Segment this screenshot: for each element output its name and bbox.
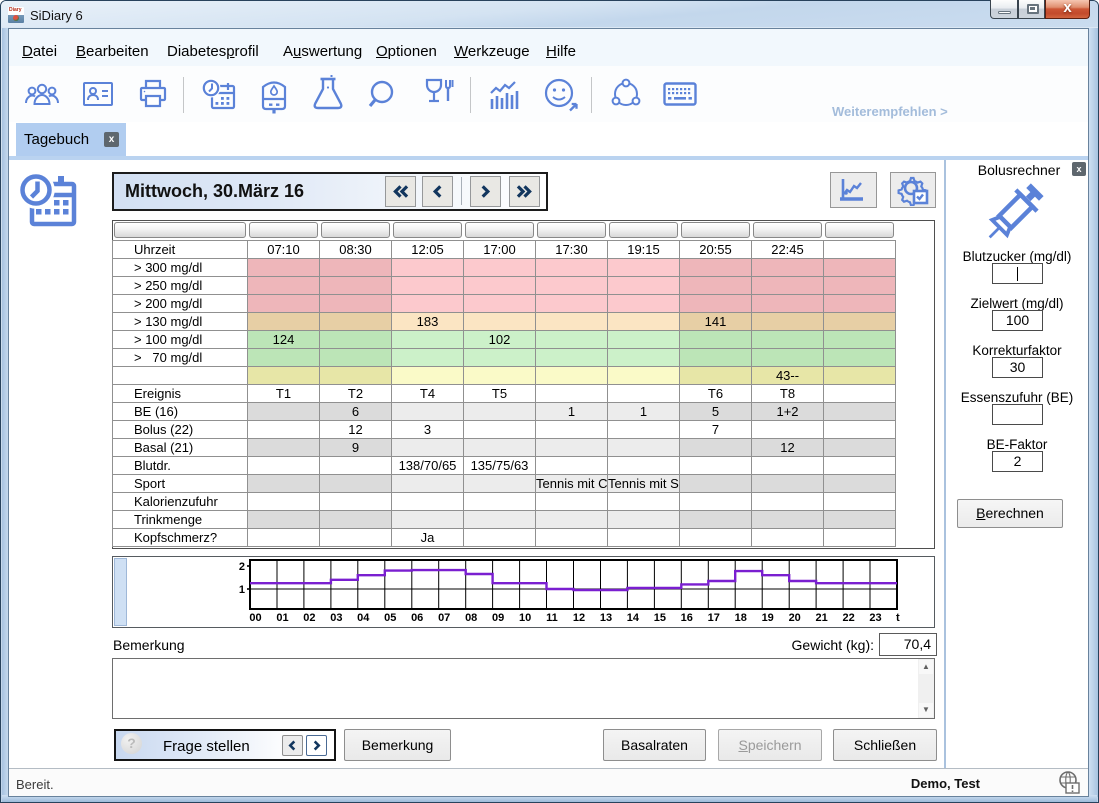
- svg-text:21: 21: [815, 612, 827, 624]
- svg-text:08: 08: [465, 612, 477, 624]
- svg-text:10: 10: [519, 612, 531, 624]
- svg-text:03: 03: [330, 612, 342, 624]
- svg-text:18: 18: [735, 612, 747, 624]
- svg-text:1: 1: [239, 584, 245, 596]
- svg-text:13: 13: [600, 612, 612, 624]
- svg-text:02: 02: [303, 612, 315, 624]
- svg-text:07: 07: [438, 612, 450, 624]
- svg-text:20: 20: [789, 612, 801, 624]
- svg-text:17: 17: [708, 612, 720, 624]
- svg-text:09: 09: [492, 612, 504, 624]
- svg-text:00: 00: [249, 612, 261, 624]
- svg-text:11: 11: [546, 612, 558, 624]
- svg-text:14: 14: [627, 612, 640, 624]
- svg-text:22: 22: [842, 612, 854, 624]
- svg-text:01: 01: [276, 612, 288, 624]
- svg-text:t: t: [896, 612, 900, 624]
- svg-text:2: 2: [239, 561, 245, 573]
- svg-text:04: 04: [357, 612, 370, 624]
- svg-text:19: 19: [762, 612, 774, 624]
- svg-text:12: 12: [573, 612, 585, 624]
- svg-text:15: 15: [654, 612, 666, 624]
- svg-text:16: 16: [681, 612, 693, 624]
- svg-text:06: 06: [411, 612, 423, 624]
- svg-text:05: 05: [384, 612, 396, 624]
- svg-text:23: 23: [869, 612, 881, 624]
